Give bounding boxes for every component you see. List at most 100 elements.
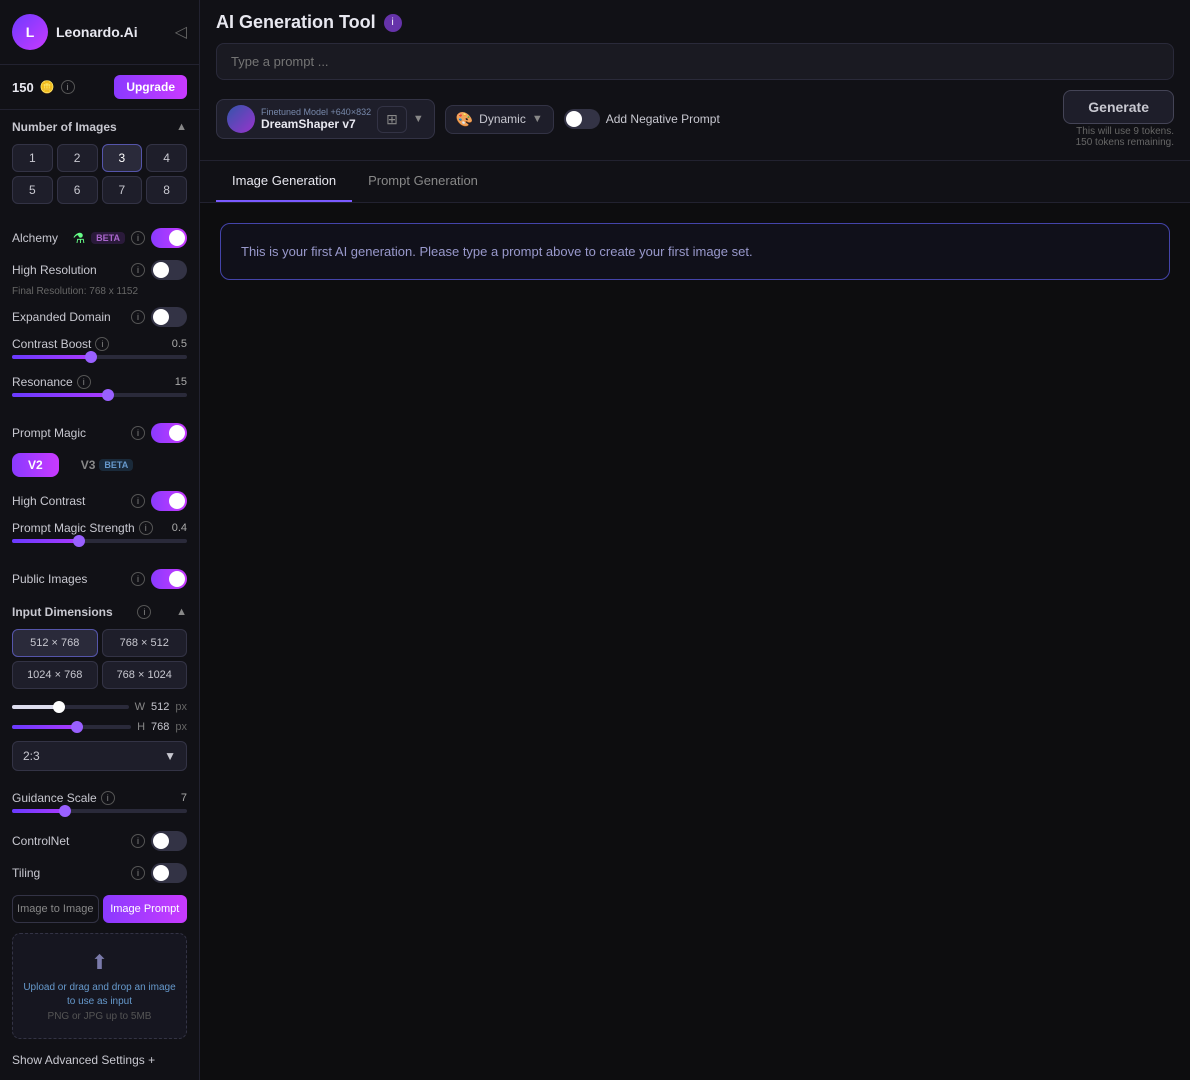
prompt-input[interactable] bbox=[216, 43, 1174, 80]
number-of-images-grid: 1 2 3 4 5 6 7 8 bbox=[0, 140, 199, 214]
height-value: 768 bbox=[151, 721, 169, 733]
prompt-magic-info[interactable]: i bbox=[131, 426, 145, 440]
num-btn-7[interactable]: 7 bbox=[102, 176, 143, 204]
num-btn-1[interactable]: 1 bbox=[12, 144, 53, 172]
upgrade-button[interactable]: Upgrade bbox=[114, 75, 187, 99]
resonance-value: 15 bbox=[175, 376, 187, 388]
high-resolution-label: High Resolution bbox=[12, 263, 125, 277]
model-name: DreamShaper v7 bbox=[261, 117, 371, 131]
width-slider[interactable] bbox=[12, 705, 129, 709]
num-btn-3[interactable]: 3 bbox=[102, 144, 143, 172]
num-btn-8[interactable]: 8 bbox=[146, 176, 187, 204]
aspect-ratio-chevron: ▼ bbox=[164, 749, 176, 763]
tab-image-generation[interactable]: Image Generation bbox=[216, 161, 352, 202]
alchemy-icon: ⚗ bbox=[73, 230, 86, 247]
number-of-images-chevron[interactable]: ▲ bbox=[176, 121, 187, 133]
tiling-info[interactable]: i bbox=[131, 866, 145, 880]
prompt-magic-strength-label: Prompt Magic Strength i bbox=[12, 521, 153, 535]
guidance-scale-info[interactable]: i bbox=[101, 791, 115, 805]
height-slider[interactable] bbox=[12, 725, 131, 729]
token-icon: 🪙 bbox=[40, 80, 55, 94]
num-btn-6[interactable]: 6 bbox=[57, 176, 98, 204]
public-images-info[interactable]: i bbox=[131, 572, 145, 586]
main-content: This is your first AI generation. Please… bbox=[200, 203, 1190, 1080]
high-resolution-toggle[interactable] bbox=[151, 260, 187, 280]
num-btn-5[interactable]: 5 bbox=[12, 176, 53, 204]
expanded-domain-info-icon[interactable]: i bbox=[131, 310, 145, 324]
dim-preset-512x768[interactable]: 512 × 768 bbox=[12, 629, 98, 657]
high-resolution-info-icon[interactable]: i bbox=[131, 263, 145, 277]
height-unit: px bbox=[175, 721, 187, 733]
alchemy-label: Alchemy bbox=[12, 231, 67, 245]
upload-icon: ⬆ bbox=[21, 950, 178, 975]
toolbar-row: Finetuned Model +640×832 DreamShaper v7 … bbox=[216, 90, 1174, 148]
expanded-domain-toggle[interactable] bbox=[151, 307, 187, 327]
app-title-info-icon[interactable]: i bbox=[384, 14, 402, 32]
controlnet-row: ControlNet i bbox=[0, 825, 199, 857]
high-contrast-toggle[interactable] bbox=[151, 491, 187, 511]
style-selector[interactable]: 🎨 Dynamic ▼ bbox=[445, 105, 554, 134]
sidebar-header: L Leonardo.Ai ◁ bbox=[0, 0, 199, 65]
dim-preset-768x512[interactable]: 768 × 512 bbox=[102, 629, 188, 657]
prompt-magic-strength-slider: Prompt Magic Strength i 0.4 bbox=[0, 517, 199, 555]
token-info-line2: 150 tokens remaining. bbox=[1076, 137, 1174, 148]
upload-area[interactable]: ⬆ Upload or drag and drop an image to us… bbox=[12, 933, 187, 1039]
num-btn-4[interactable]: 4 bbox=[146, 144, 187, 172]
guidance-scale-value: 7 bbox=[181, 792, 187, 804]
neg-prompt-switch[interactable] bbox=[564, 109, 600, 129]
prompt-magic-versions: V2 V3 BETA bbox=[0, 449, 199, 485]
expanded-domain-row: Expanded Domain i bbox=[0, 301, 199, 333]
tab-prompt-generation[interactable]: Prompt Generation bbox=[352, 161, 494, 202]
token-bar: 150 🪙 i Upgrade bbox=[0, 65, 199, 110]
upload-text-link: Upload or drag and drop bbox=[23, 982, 131, 993]
alchemy-info-icon[interactable]: i bbox=[131, 231, 145, 245]
number-of-images-label: Number of Images bbox=[12, 120, 117, 134]
resonance-label: Resonance i bbox=[12, 375, 91, 389]
logo-area: L Leonardo.Ai bbox=[12, 14, 138, 50]
alchemy-row: Alchemy ⚗ BETA i bbox=[0, 222, 199, 254]
controlnet-info[interactable]: i bbox=[131, 834, 145, 848]
width-label: W bbox=[135, 701, 145, 713]
contrast-boost-track[interactable] bbox=[12, 355, 187, 359]
prompt-magic-strength-info[interactable]: i bbox=[139, 521, 153, 535]
prompt-magic-label: Prompt Magic bbox=[12, 426, 125, 440]
prompt-magic-v3-button[interactable]: V3 BETA bbox=[65, 453, 150, 477]
contrast-boost-info[interactable]: i bbox=[95, 337, 109, 351]
dim-preset-1024x768[interactable]: 1024 × 768 bbox=[12, 661, 98, 689]
prompt-magic-strength-track[interactable] bbox=[12, 539, 187, 543]
input-dimensions-info[interactable]: i bbox=[137, 605, 151, 619]
high-contrast-info[interactable]: i bbox=[131, 494, 145, 508]
resonance-slider: Resonance i 15 bbox=[0, 371, 199, 409]
num-btn-2[interactable]: 2 bbox=[57, 144, 98, 172]
model-selector[interactable]: Finetuned Model +640×832 DreamShaper v7 … bbox=[216, 99, 435, 139]
controlnet-toggle[interactable] bbox=[151, 831, 187, 851]
prompt-magic-toggle[interactable] bbox=[151, 423, 187, 443]
prompt-magic-row: Prompt Magic i bbox=[0, 417, 199, 449]
guidance-scale-slider: Guidance Scale i 7 bbox=[0, 787, 199, 825]
logo-text: Leonardo.Ai bbox=[56, 24, 138, 40]
generate-button[interactable]: Generate bbox=[1063, 90, 1174, 124]
collapse-sidebar-icon[interactable]: ◁ bbox=[175, 22, 187, 42]
alchemy-toggle[interactable] bbox=[151, 228, 187, 248]
model-dropdown-chevron[interactable]: ▼ bbox=[413, 113, 424, 125]
tiling-label: Tiling bbox=[12, 866, 125, 880]
input-dimensions-chevron[interactable]: ▲ bbox=[176, 606, 187, 618]
image-to-image-tab[interactable]: Image to Image bbox=[12, 895, 99, 923]
dim-preset-768x1024[interactable]: 768 × 1024 bbox=[102, 661, 188, 689]
show-advanced-settings[interactable]: Show Advanced Settings + bbox=[0, 1043, 199, 1080]
neg-prompt-label: Add Negative Prompt bbox=[606, 112, 720, 126]
guidance-scale-track[interactable] bbox=[12, 809, 187, 813]
image-prompt-tab[interactable]: Image Prompt bbox=[103, 895, 188, 923]
tiling-toggle[interactable] bbox=[151, 863, 187, 883]
model-selector-icon[interactable]: ⊞ bbox=[377, 106, 407, 133]
input-dimensions-label: Input Dimensions bbox=[12, 605, 113, 619]
resonance-info[interactable]: i bbox=[77, 375, 91, 389]
prompt-magic-v2-button[interactable]: V2 bbox=[12, 453, 59, 477]
style-chevron[interactable]: ▼ bbox=[532, 113, 543, 125]
public-images-toggle[interactable] bbox=[151, 569, 187, 589]
style-icon: 🎨 bbox=[456, 111, 473, 128]
token-info-icon[interactable]: i bbox=[61, 80, 75, 94]
sidebar: L Leonardo.Ai ◁ 150 🪙 i Upgrade Number o… bbox=[0, 0, 200, 1080]
resonance-track[interactable] bbox=[12, 393, 187, 397]
aspect-ratio-select[interactable]: 2:3 ▼ bbox=[12, 741, 187, 771]
